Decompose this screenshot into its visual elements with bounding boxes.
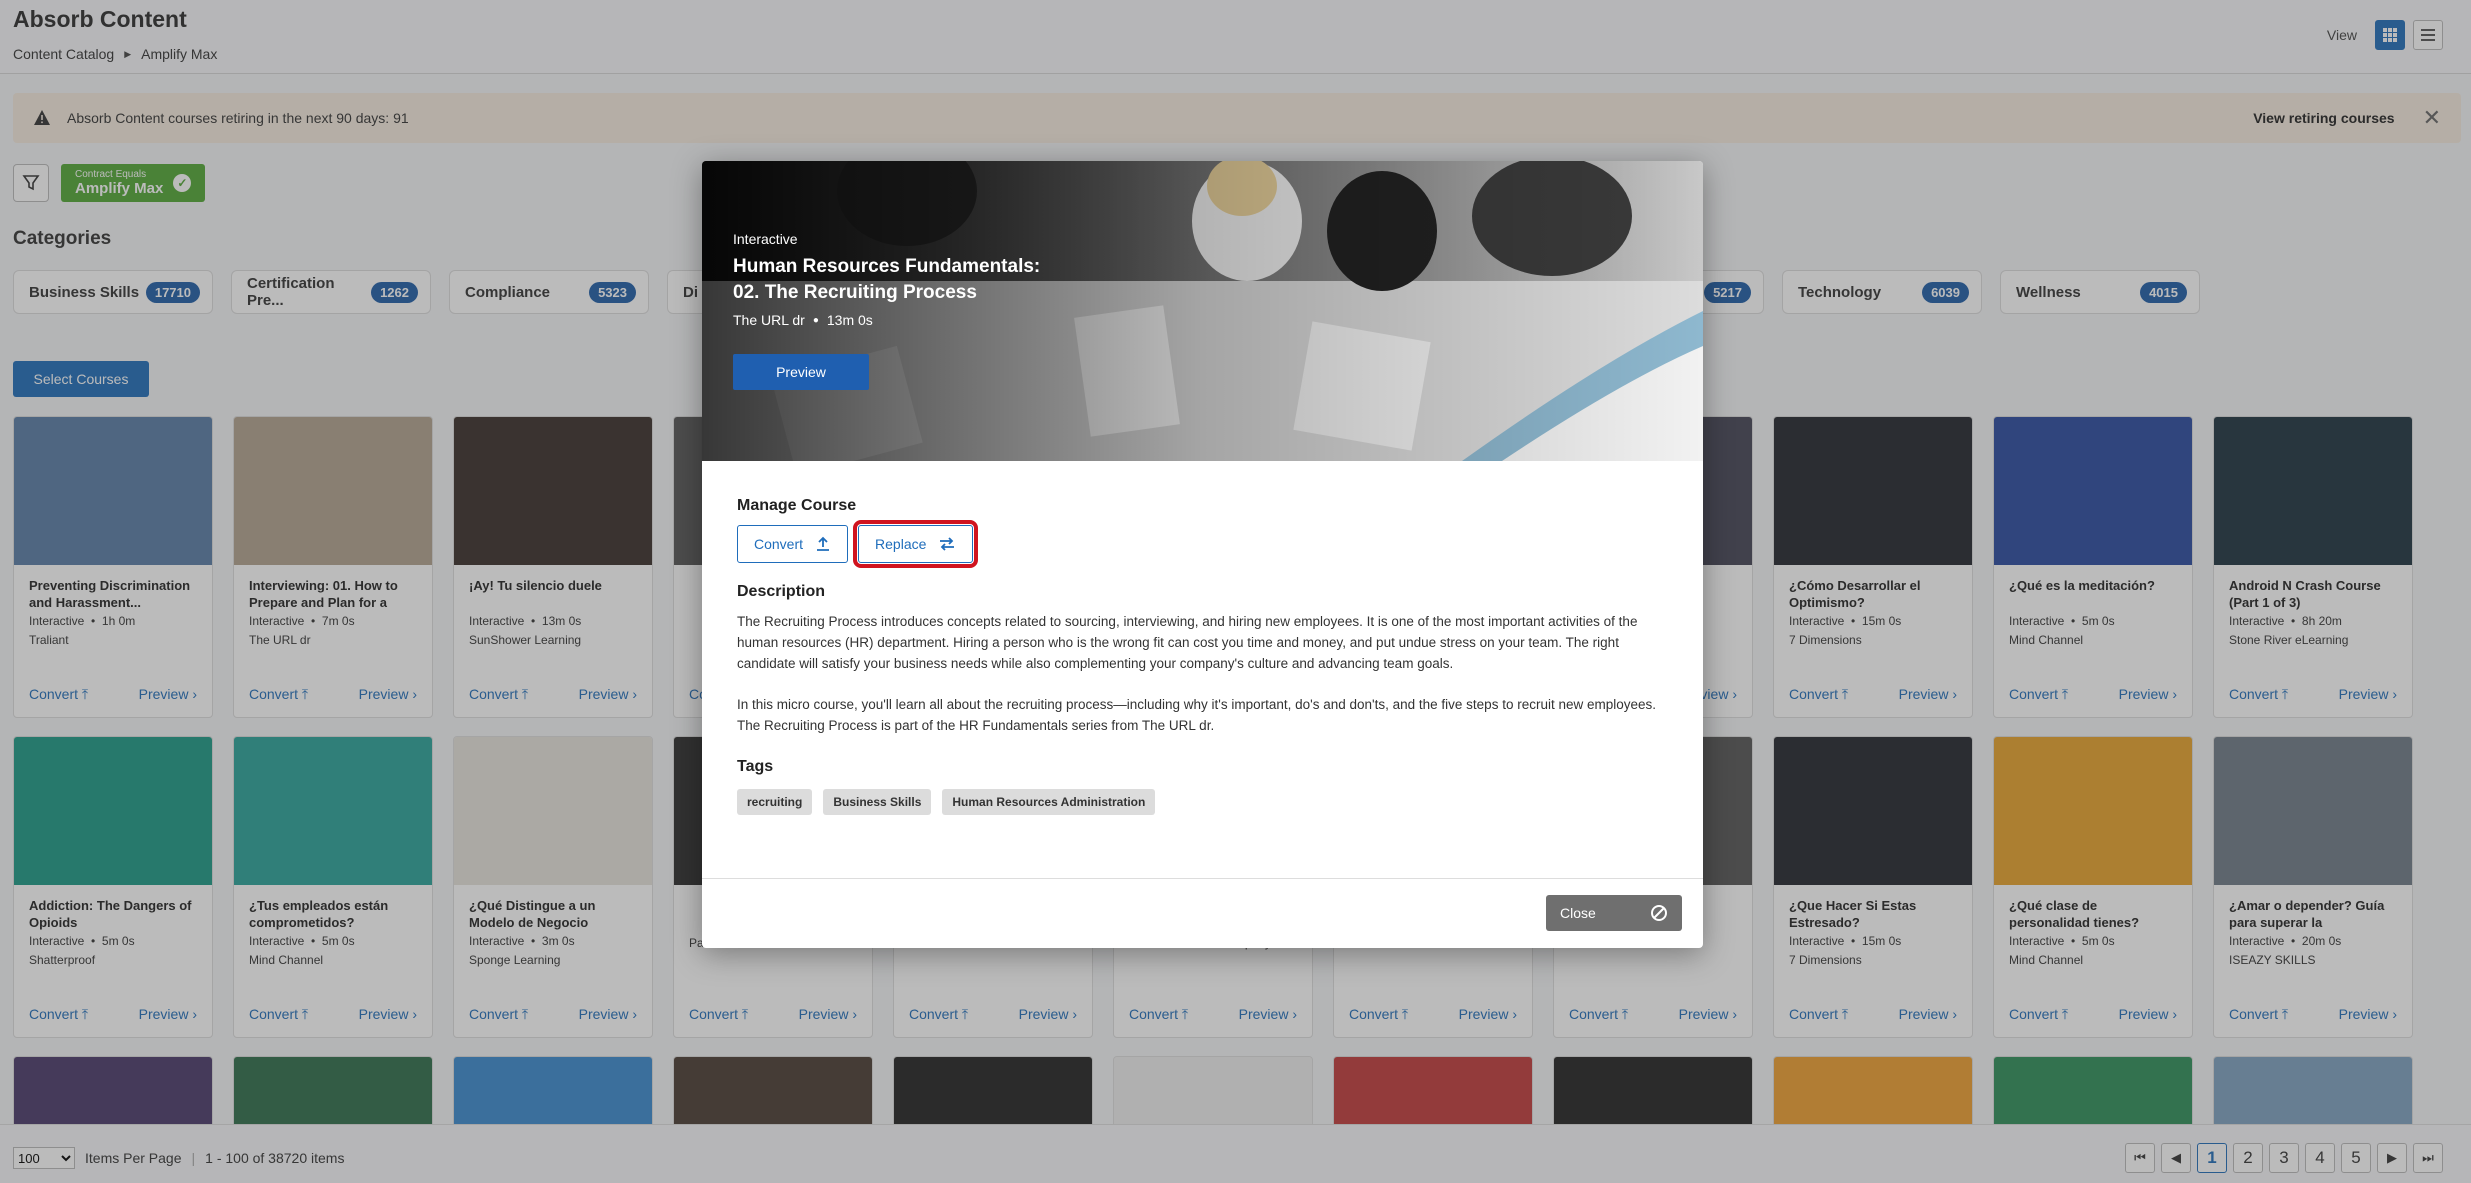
- course-vendor: The URL dr: [733, 312, 805, 328]
- modal-footer: Close: [702, 878, 1703, 948]
- course-type: Interactive: [733, 231, 798, 247]
- cancel-icon: [1651, 905, 1667, 921]
- manage-course-heading: Manage Course: [737, 497, 857, 514]
- manage-course-actions: Convert Replace: [737, 520, 1668, 568]
- tag-list: recruiting Business Skills Human Resourc…: [737, 789, 1668, 815]
- course-details-modal: Interactive Human Resources Fundamentals…: [702, 161, 1703, 948]
- convert-button[interactable]: Convert: [737, 525, 849, 563]
- close-label: Close: [1560, 905, 1596, 921]
- course-description: The Recruiting Process introduces concep…: [737, 611, 1668, 736]
- bullet-icon: ●: [812, 314, 819, 326]
- upload-icon: [817, 536, 830, 551]
- description-paragraph-2: In this micro course, you'll learn all a…: [737, 697, 1657, 733]
- hero-text: Interactive Human Resources Fundamentals…: [733, 231, 1063, 328]
- preview-button[interactable]: Preview: [733, 354, 869, 390]
- modal-body: Manage Course Convert Replace Descriptio…: [702, 497, 1703, 815]
- course-duration: 13m 0s: [826, 312, 873, 328]
- tag-hr-administration: Human Resources Administration: [942, 789, 1156, 815]
- description-heading: Description: [737, 583, 826, 600]
- tag-recruiting: recruiting: [737, 789, 813, 815]
- swap-icon: [940, 537, 955, 551]
- description-paragraph-1: The Recruiting Process introduces concep…: [737, 614, 1638, 671]
- replace-label: Replace: [875, 536, 927, 552]
- tag-business-skills: Business Skills: [823, 789, 932, 815]
- course-meta: The URL dr ● 13m 0s: [733, 312, 1063, 328]
- course-title: Human Resources Fundamentals: 02. The Re…: [733, 256, 1041, 303]
- course-hero: Interactive Human Resources Fundamentals…: [702, 161, 1703, 461]
- replace-button[interactable]: Replace: [853, 520, 979, 568]
- convert-label: Convert: [754, 536, 804, 552]
- close-button[interactable]: Close: [1546, 895, 1682, 931]
- tags-heading: Tags: [737, 758, 774, 775]
